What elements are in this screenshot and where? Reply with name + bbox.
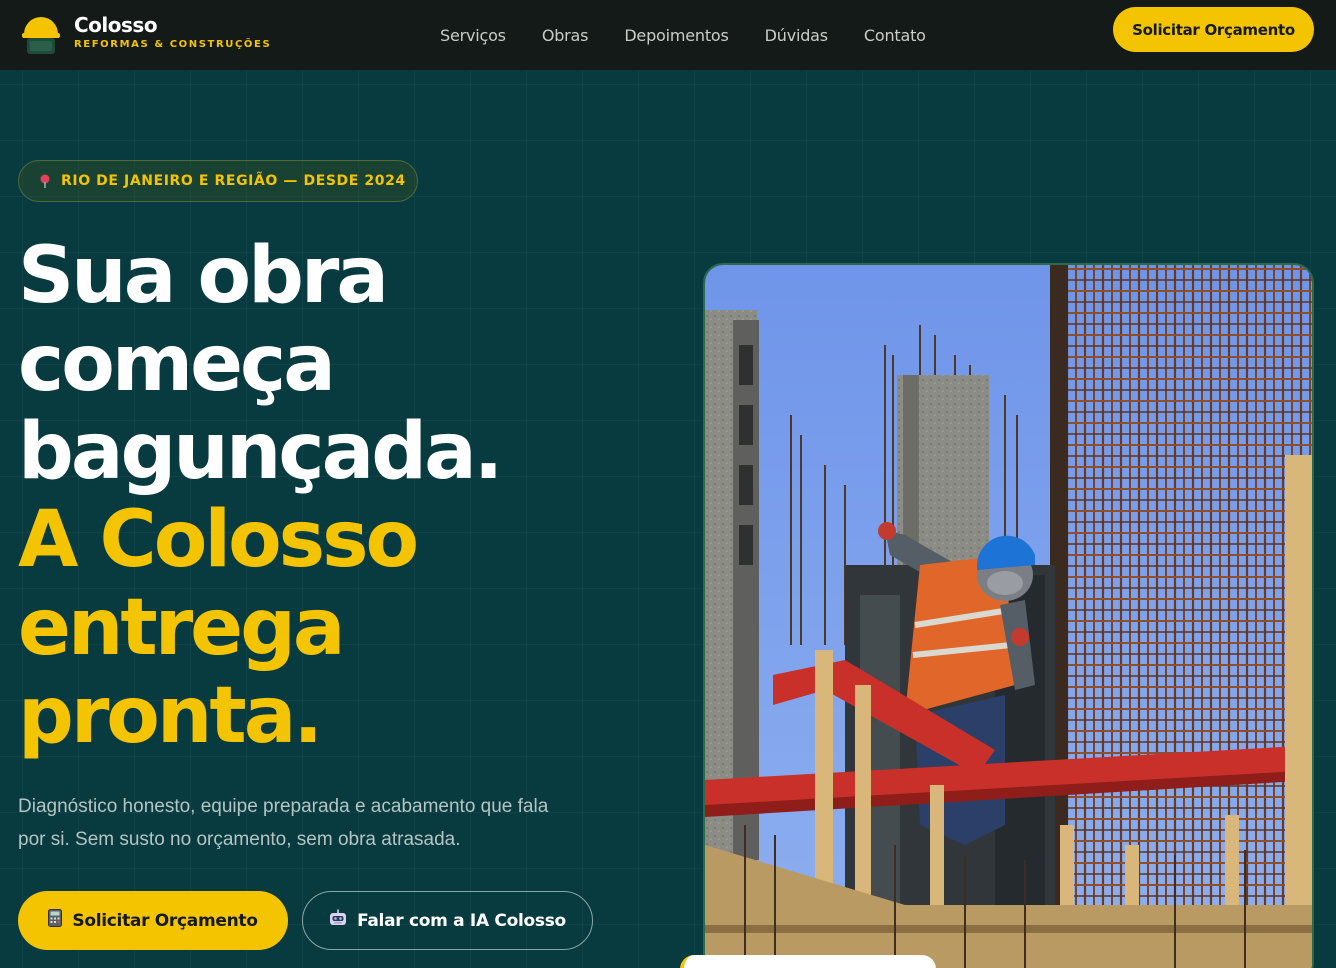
brand-name: Colosso [74, 12, 158, 37]
hero-description: Diagnóstico honesto, equipe preparada e … [18, 796, 549, 850]
calculator-icon [48, 909, 63, 932]
hero-construction-photo [703, 263, 1314, 968]
brand-tagline: REFORMAS & CONSTRUÇÕES [74, 38, 272, 50]
nav-link-obras[interactable]: Obras [542, 26, 589, 45]
hero-ai-chat-button[interactable]: Falar com a IA Colosso [302, 891, 593, 950]
brand-logo-link[interactable]: Colosso REFORMAS & CONSTRUÇÕES [22, 10, 271, 56]
nav-link-servicos[interactable]: Serviços [440, 26, 506, 45]
headline-line-1: Sua obra [18, 231, 389, 321]
nav-link-contato[interactable]: Contato [864, 26, 926, 45]
hero-quote-button-label: Solicitar Orçamento [72, 910, 258, 931]
hero-headline: Sua obra começa bagunçada. A Colosso ent… [18, 231, 503, 761]
location-badge-text: RIO DE JANEIRO E REGIÃO — DESDE 2024 [61, 173, 406, 189]
map-pin-icon [39, 174, 51, 188]
nav-link-duvidas[interactable]: Dúvidas [765, 26, 828, 45]
location-badge: RIO DE JANEIRO E REGIÃO — DESDE 2024 [18, 160, 418, 202]
headline-accent-line-1: A Colosso [18, 495, 419, 585]
headline-accent-line-3: pronta. [18, 671, 323, 761]
headline-line-2: começa [18, 319, 336, 409]
headline-line-3: bagunçada. [18, 407, 503, 497]
brand-text: Colosso REFORMAS & CONSTRUÇÕES [74, 13, 271, 50]
top-navbar: Colosso REFORMAS & CONSTRUÇÕES Serviços … [0, 0, 1336, 70]
robot-icon [329, 909, 347, 932]
headline-accent-line-2: entrega [18, 583, 346, 673]
nav-quote-button[interactable]: Solicitar Orçamento [1113, 7, 1314, 52]
hero-quote-button[interactable]: Solicitar Orçamento [18, 891, 288, 950]
hard-hat-icon [22, 10, 60, 56]
nav-link-depoimentos[interactable]: Depoimentos [624, 26, 729, 45]
floating-info-card [680, 955, 936, 968]
hero-ai-chat-button-label: Falar com a IA Colosso [357, 910, 566, 931]
nav-links: Serviços Obras Depoimentos Dúvidas Conta… [440, 0, 962, 70]
